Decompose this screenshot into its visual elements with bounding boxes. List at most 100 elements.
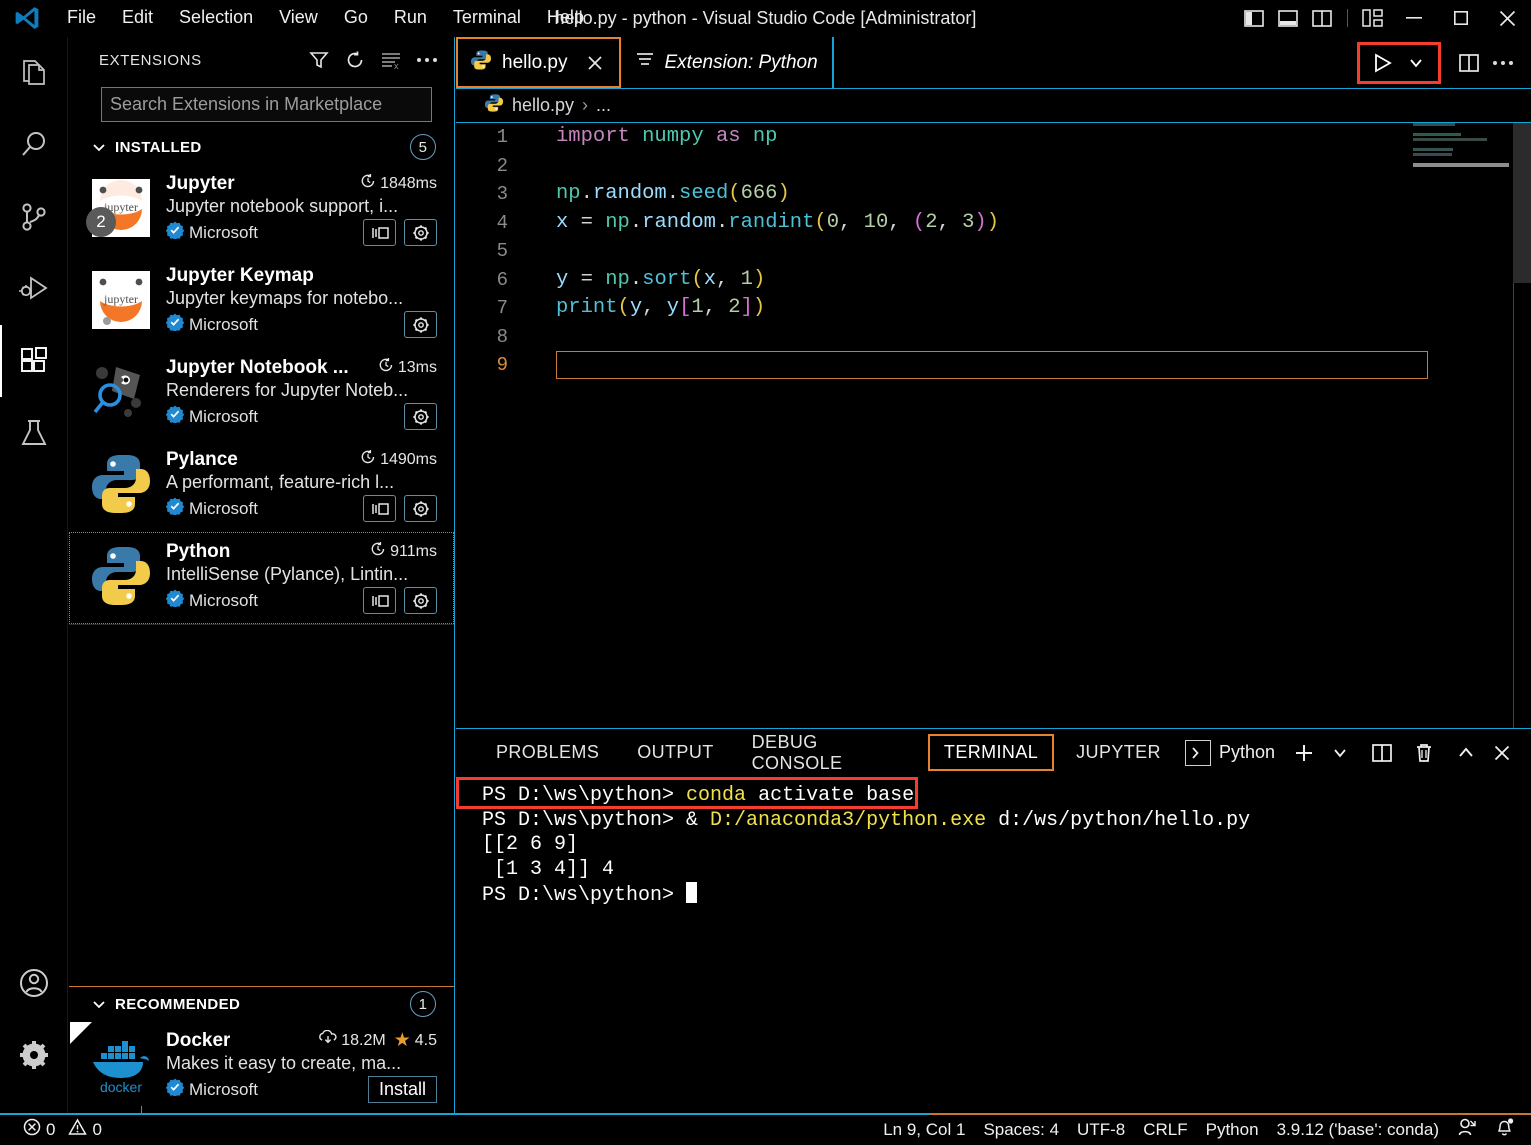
tab-jupyter[interactable]: JUPYTER <box>1062 736 1175 769</box>
status-eol[interactable]: CRLF <box>1134 1114 1196 1145</box>
chevron-down-icon <box>91 139 107 155</box>
status-python-interpreter[interactable]: 3.9.12 ('base': conda) <box>1268 1114 1448 1145</box>
extension-publisher: Microsoft <box>165 1078 258 1101</box>
status-problems[interactable]: 0 0 <box>14 1114 111 1145</box>
manage-gear-icon[interactable] <box>404 587 437 614</box>
recommended-section-header[interactable]: RECOMMENDED 1 <box>69 987 454 1021</box>
kill-terminal-trash-icon[interactable] <box>1409 738 1439 768</box>
line-content: import numpy as np <box>556 125 778 148</box>
chevron-down-icon <box>91 996 107 1012</box>
gear-icon[interactable] <box>0 1019 68 1091</box>
list-item[interactable]: Jupyter Notebook ... 13ms Renderers for … <box>69 348 454 440</box>
window-minimize-button[interactable] <box>1390 0 1437 36</box>
list-item-body: Python 911ms IntelliSense (Pylance), Lin… <box>154 541 437 615</box>
switch-to-prerelease-icon[interactable] <box>363 219 396 246</box>
menu-view[interactable]: View <box>266 0 331 36</box>
menu-edit[interactable]: Edit <box>109 0 166 36</box>
accounts-button[interactable] <box>0 947 68 1019</box>
code-editor[interactable]: 1 import numpy as np 2 3 np.random.seed(… <box>456 123 1531 728</box>
status-language-mode[interactable]: Python <box>1197 1114 1268 1145</box>
status-encoding[interactable]: UTF-8 <box>1068 1114 1134 1145</box>
chevron-down-icon[interactable] <box>1400 47 1432 79</box>
installed-section-header[interactable]: INSTALLED 5 <box>69 130 454 164</box>
tab-debug-console[interactable]: DEBUG CONSOLE <box>738 726 920 780</box>
list-item[interactable]: docker Docker 18.2M ★ 4.5 Makes it easy … <box>69 1021 454 1113</box>
activation-time-label: 1490ms <box>380 450 437 468</box>
views-and-more-actions-icon[interactable] <box>416 49 438 71</box>
switch-to-prerelease-icon[interactable] <box>363 495 396 522</box>
list-item-body: Pylance 1490ms A performant, feature-ric… <box>154 449 437 523</box>
status-notifications[interactable] <box>1486 1114 1523 1145</box>
filter-icon[interactable] <box>308 49 330 71</box>
maximize-panel-icon[interactable] <box>1451 738 1481 768</box>
code-line: 7 print(y, y[1, 2]) <box>456 294 1531 323</box>
search-input[interactable] <box>101 87 432 122</box>
menu-run[interactable]: Run <box>381 0 440 36</box>
breadcrumb-file[interactable]: hello.py <box>512 95 574 116</box>
line-content <box>522 237 556 266</box>
sidebar-item-extensions[interactable] <box>0 325 68 397</box>
sidebar-item-source-control[interactable] <box>0 181 68 253</box>
extension-description: A performant, feature-rich l... <box>166 472 395 492</box>
chevron-down-icon[interactable] <box>1325 738 1355 768</box>
sidebar-item-search[interactable] <box>0 109 68 181</box>
manage-gear-icon[interactable] <box>404 495 437 522</box>
toggle-primary-sidebar-icon[interactable] <box>1237 0 1271 36</box>
sidebar-item-testing[interactable] <box>0 397 68 469</box>
window-maximize-button[interactable] <box>1437 0 1484 36</box>
manage-gear-icon[interactable] <box>404 219 437 246</box>
list-item[interactable]: jupyter 2 Jupyter 1848ms Jupyter noteboo… <box>69 164 454 256</box>
extension-name: Python <box>166 541 231 562</box>
list-item[interactable]: Python 911ms IntelliSense (Pylance), Lin… <box>69 532 454 624</box>
list-item-body: Jupyter Keymap Jupyter keymaps for noteb… <box>154 265 437 339</box>
menu-terminal[interactable]: Terminal <box>440 0 534 36</box>
tab-output[interactable]: OUTPUT <box>623 736 727 769</box>
tab-terminal[interactable]: TERMINAL <box>927 734 1055 771</box>
toggle-panel-icon[interactable] <box>1271 0 1305 36</box>
code-line: 6 y = np.sort(x, 1) <box>456 266 1531 295</box>
terminal-output[interactable]: PS D:\ws\python> conda activate base PS … <box>456 776 1531 1113</box>
tab-label: hello.py <box>502 51 568 73</box>
split-terminal-icon[interactable] <box>1367 738 1397 768</box>
refresh-icon[interactable] <box>344 49 366 71</box>
run-python-file-button[interactable] <box>1366 47 1398 79</box>
manage-gear-icon[interactable] <box>404 403 437 430</box>
menu-help[interactable]: Help <box>534 0 597 36</box>
editor-vertical-scrollbar[interactable] <box>1513 123 1531 728</box>
new-terminal-icon[interactable] <box>1289 738 1319 768</box>
sidebar-item-run-and-debug[interactable] <box>0 253 68 325</box>
terminal-command: D:/anaconda3/python.exe <box>710 808 987 832</box>
menu-selection[interactable]: Selection <box>166 0 266 36</box>
list-item[interactable]: Pylance 1490ms A performant, feature-ric… <box>69 440 454 532</box>
status-remote-indicator[interactable] <box>1448 1114 1486 1145</box>
status-editor-position[interactable]: Ln 9, Col 1 <box>874 1114 974 1145</box>
more-actions-icon[interactable] <box>1487 47 1519 79</box>
menu-file[interactable]: File <box>54 0 109 36</box>
tab-extension-python[interactable]: Extension: Python <box>621 37 833 88</box>
customize-layout-icon[interactable] <box>1356 0 1390 36</box>
tab-problems[interactable]: PROBLEMS <box>482 736 613 769</box>
tab-hello-py[interactable]: hello.py <box>456 37 621 88</box>
status-indentation[interactable]: Spaces: 4 <box>974 1114 1068 1145</box>
breadcrumb-symbol[interactable]: ... <box>596 95 611 116</box>
manage-gear-icon[interactable] <box>404 311 437 338</box>
extension-description: IntelliSense (Pylance), Lintin... <box>166 564 409 584</box>
window-close-button[interactable] <box>1484 0 1531 36</box>
sidebar-item-explorer[interactable] <box>0 37 68 109</box>
split-editor-icon[interactable] <box>1453 47 1485 79</box>
toggle-secondary-sidebar-icon[interactable] <box>1305 0 1339 36</box>
menu-go[interactable]: Go <box>331 0 381 36</box>
clear-search-results-icon[interactable]: x <box>380 49 402 71</box>
run-button-annotation <box>1357 41 1441 84</box>
code-line: 2 <box>456 152 1531 181</box>
list-item[interactable]: jupyter Jupyter Keymap Jupyter keymaps f… <box>69 256 454 348</box>
scrollbar-thumb[interactable] <box>1513 123 1531 283</box>
close-icon[interactable] <box>584 52 606 74</box>
switch-to-prerelease-icon[interactable] <box>363 587 396 614</box>
install-button[interactable]: Install <box>367 1076 437 1103</box>
terminal-tab-selector[interactable]: Python <box>1184 739 1275 766</box>
download-icon <box>319 1029 337 1051</box>
terminal-name-label: Python <box>1218 742 1275 762</box>
close-panel-icon[interactable] <box>1487 738 1517 768</box>
terminal-cursor <box>686 882 698 903</box>
